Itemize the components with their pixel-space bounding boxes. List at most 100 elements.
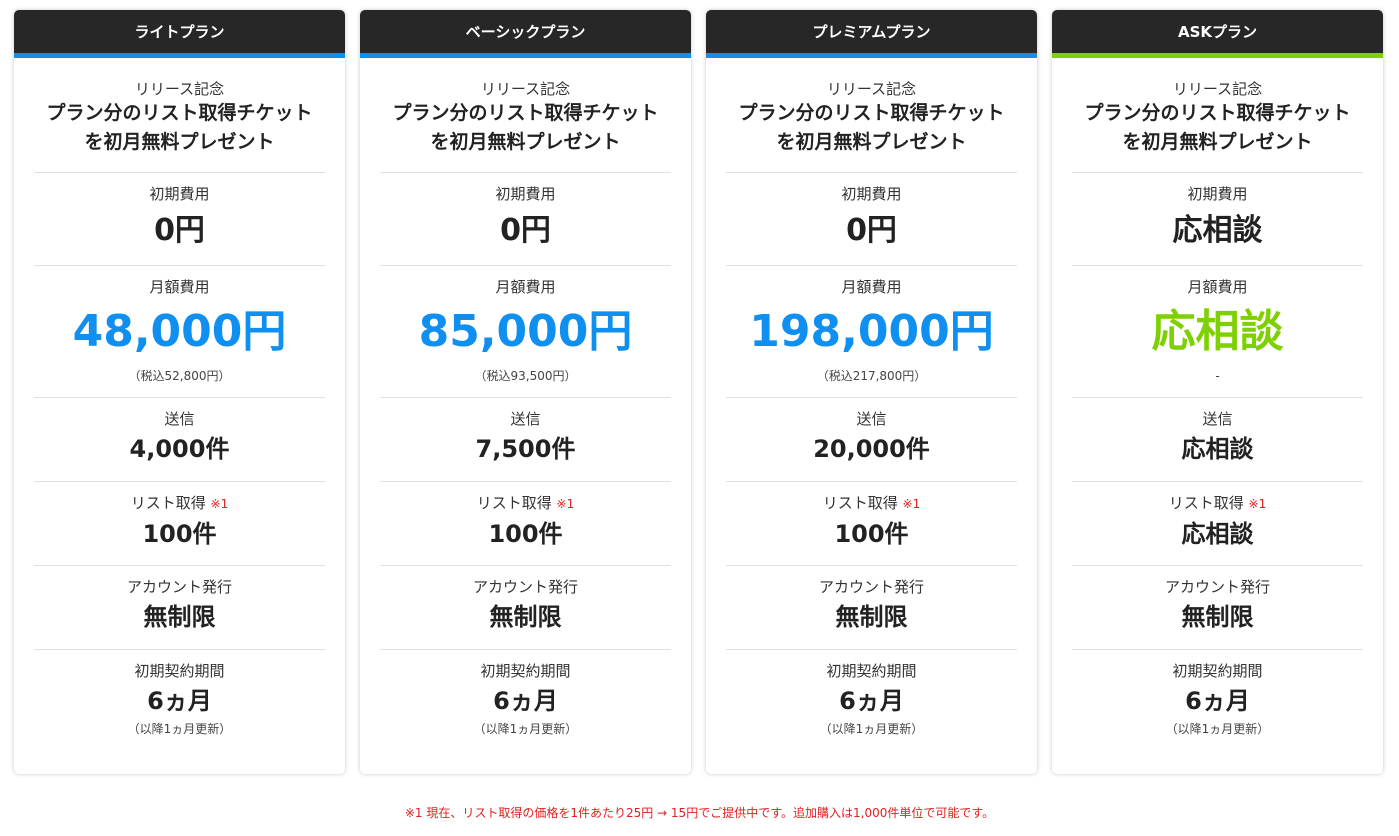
contract-term-value: 6ヵ月 bbox=[839, 687, 904, 715]
plan-card-light: ライトプラン リリース記念 プラン分のリスト取得チケット を初月無料プレゼント … bbox=[14, 10, 345, 774]
account-value: 無制限 bbox=[489, 603, 562, 631]
list-acquisition-label-wrap: リスト取得 ※1 bbox=[380, 493, 671, 514]
list-acquisition-value: 100件 bbox=[142, 520, 217, 548]
monthly-fee-label: 月額費用 bbox=[841, 278, 902, 296]
monthly-fee-row: 月額費用 198,000円 （税込217,800円） bbox=[726, 266, 1017, 398]
initial-fee-label: 初期費用 bbox=[841, 185, 902, 203]
plan-body: リリース記念 プラン分のリスト取得チケット を初月無料プレゼント 初期費用 0円… bbox=[706, 58, 1037, 760]
list-acquisition-label: リスト取得 bbox=[1168, 494, 1244, 512]
account-label: アカウント発行 bbox=[472, 578, 578, 596]
account-row: アカウント発行 無制限 bbox=[726, 566, 1017, 650]
account-label: アカウント発行 bbox=[126, 578, 232, 596]
account-row: アカウント発行 無制限 bbox=[1072, 566, 1363, 650]
monthly-fee-tax: - bbox=[1215, 369, 1220, 383]
list-acquisition-value: 応相談 bbox=[1181, 520, 1254, 548]
account-value: 無制限 bbox=[835, 603, 908, 631]
promo-text: プラン分のリスト取得チケット bbox=[1084, 102, 1351, 124]
initial-fee-row: 初期費用 0円 bbox=[380, 173, 671, 266]
account-label: アカウント発行 bbox=[818, 578, 924, 596]
contract-term-label: 初期契約期間 bbox=[826, 662, 917, 680]
monthly-fee-row: 月額費用 48,000円 （税込52,800円） bbox=[34, 266, 325, 398]
list-acquisition-value: 100件 bbox=[834, 520, 909, 548]
plan-title: ベーシックプラン bbox=[360, 10, 691, 58]
plan-title: プレミアムプラン bbox=[706, 10, 1037, 58]
promo-label: リリース記念 bbox=[480, 80, 571, 98]
list-acquisition-label: リスト取得 bbox=[822, 494, 898, 512]
promo-text: を初月無料プレゼント bbox=[84, 131, 275, 153]
monthly-fee-value: 85,000円 bbox=[418, 306, 633, 357]
footnote-mark: ※1 bbox=[902, 497, 921, 511]
account-value: 無制限 bbox=[1181, 603, 1254, 631]
plan-title: ライトプラン bbox=[14, 10, 345, 58]
initial-fee-value: 0円 bbox=[154, 213, 205, 248]
send-row: 送信 4,000件 bbox=[34, 398, 325, 482]
contract-renewal-note: （以降1ヵ月更新） bbox=[473, 722, 578, 736]
monthly-fee-value: 198,000円 bbox=[749, 306, 994, 357]
plan-card-ask: ASKプラン リリース記念 プラン分のリスト取得チケット を初月無料プレゼント … bbox=[1052, 10, 1383, 774]
contract-term-label: 初期契約期間 bbox=[134, 662, 225, 680]
contract-renewal-note: （以降1ヵ月更新） bbox=[819, 722, 924, 736]
contract-term-row: 初期契約期間 6ヵ月 （以降1ヵ月更新） bbox=[380, 650, 671, 760]
plan-card-premium: プレミアムプラン リリース記念 プラン分のリスト取得チケット を初月無料プレゼン… bbox=[706, 10, 1037, 774]
list-acquisition-value: 100件 bbox=[488, 520, 563, 548]
plan-card-basic: ベーシックプラン リリース記念 プラン分のリスト取得チケット を初月無料プレゼン… bbox=[360, 10, 691, 774]
promo-section: リリース記念 プラン分のリスト取得チケット を初月無料プレゼント bbox=[1072, 58, 1363, 173]
promo-text: を初月無料プレゼント bbox=[430, 131, 621, 153]
contract-term-label: 初期契約期間 bbox=[1172, 662, 1263, 680]
footnote: ※1 現在、リスト取得の価格を1件あたり25円 → 15円でご提供中です。追加購… bbox=[404, 806, 995, 820]
account-row: アカウント発行 無制限 bbox=[34, 566, 325, 650]
footnote-mark: ※1 bbox=[556, 497, 575, 511]
plan-body: リリース記念 プラン分のリスト取得チケット を初月無料プレゼント 初期費用 応相… bbox=[1052, 58, 1383, 760]
promo-section: リリース記念 プラン分のリスト取得チケット を初月無料プレゼント bbox=[726, 58, 1017, 173]
account-value: 無制限 bbox=[143, 603, 216, 631]
send-label: 送信 bbox=[164, 410, 195, 428]
monthly-fee-row: 月額費用 85,000円 （税込93,500円） bbox=[380, 266, 671, 398]
promo-label: リリース記念 bbox=[826, 80, 917, 98]
promo-text: プラン分のリスト取得チケット bbox=[738, 102, 1005, 124]
initial-fee-label: 初期費用 bbox=[149, 185, 210, 203]
contract-renewal-note: （以降1ヵ月更新） bbox=[127, 722, 232, 736]
list-acquisition-row: リスト取得 ※1 100件 bbox=[34, 482, 325, 566]
send-row: 送信 応相談 bbox=[1072, 398, 1363, 482]
send-label: 送信 bbox=[856, 410, 887, 428]
list-acquisition-row: リスト取得 ※1 100件 bbox=[380, 482, 671, 566]
promo-label: リリース記念 bbox=[1172, 80, 1263, 98]
contract-term-row: 初期契約期間 6ヵ月 （以降1ヵ月更新） bbox=[1072, 650, 1363, 760]
initial-fee-row: 初期費用 応相談 bbox=[1072, 173, 1363, 266]
monthly-fee-tax: （税込93,500円） bbox=[474, 369, 577, 383]
contract-term-value: 6ヵ月 bbox=[147, 687, 212, 715]
promo-section: リリース記念 プラン分のリスト取得チケット を初月無料プレゼント bbox=[34, 58, 325, 173]
send-row: 送信 7,500件 bbox=[380, 398, 671, 482]
monthly-fee-row: 月額費用 応相談 - bbox=[1072, 266, 1363, 398]
initial-fee-value: 0円 bbox=[846, 213, 897, 248]
contract-term-row: 初期契約期間 6ヵ月 （以降1ヵ月更新） bbox=[726, 650, 1017, 760]
initial-fee-value: 応相談 bbox=[1172, 213, 1263, 248]
promo-text: を初月無料プレゼント bbox=[776, 131, 967, 153]
account-label: アカウント発行 bbox=[1164, 578, 1270, 596]
promo-text: プラン分のリスト取得チケット bbox=[392, 102, 659, 124]
contract-term-row: 初期契約期間 6ヵ月 （以降1ヵ月更新） bbox=[34, 650, 325, 760]
plan-body: リリース記念 プラン分のリスト取得チケット を初月無料プレゼント 初期費用 0円… bbox=[360, 58, 691, 760]
promo-label: リリース記念 bbox=[134, 80, 225, 98]
monthly-fee-label: 月額費用 bbox=[495, 278, 556, 296]
monthly-fee-label: 月額費用 bbox=[149, 278, 210, 296]
send-label: 送信 bbox=[510, 410, 541, 428]
contract-term-value: 6ヵ月 bbox=[493, 687, 558, 715]
monthly-fee-value: 48,000円 bbox=[72, 306, 287, 357]
send-row: 送信 20,000件 bbox=[726, 398, 1017, 482]
send-label: 送信 bbox=[1202, 410, 1233, 428]
monthly-fee-label: 月額費用 bbox=[1187, 278, 1248, 296]
promo-text: を初月無料プレゼント bbox=[1122, 131, 1313, 153]
contract-term-value: 6ヵ月 bbox=[1185, 687, 1250, 715]
account-row: アカウント発行 無制限 bbox=[380, 566, 671, 650]
list-acquisition-label-wrap: リスト取得 ※1 bbox=[34, 493, 325, 514]
plan-body: リリース記念 プラン分のリスト取得チケット を初月無料プレゼント 初期費用 0円… bbox=[14, 58, 345, 760]
contract-renewal-note: （以降1ヵ月更新） bbox=[1165, 722, 1270, 736]
initial-fee-value: 0円 bbox=[500, 213, 551, 248]
promo-section: リリース記念 プラン分のリスト取得チケット を初月無料プレゼント bbox=[380, 58, 671, 173]
list-acquisition-label: リスト取得 bbox=[476, 494, 552, 512]
send-value: 4,000件 bbox=[129, 435, 230, 463]
list-acquisition-label-wrap: リスト取得 ※1 bbox=[1072, 493, 1363, 514]
send-value: 20,000件 bbox=[813, 435, 930, 463]
initial-fee-label: 初期費用 bbox=[495, 185, 556, 203]
